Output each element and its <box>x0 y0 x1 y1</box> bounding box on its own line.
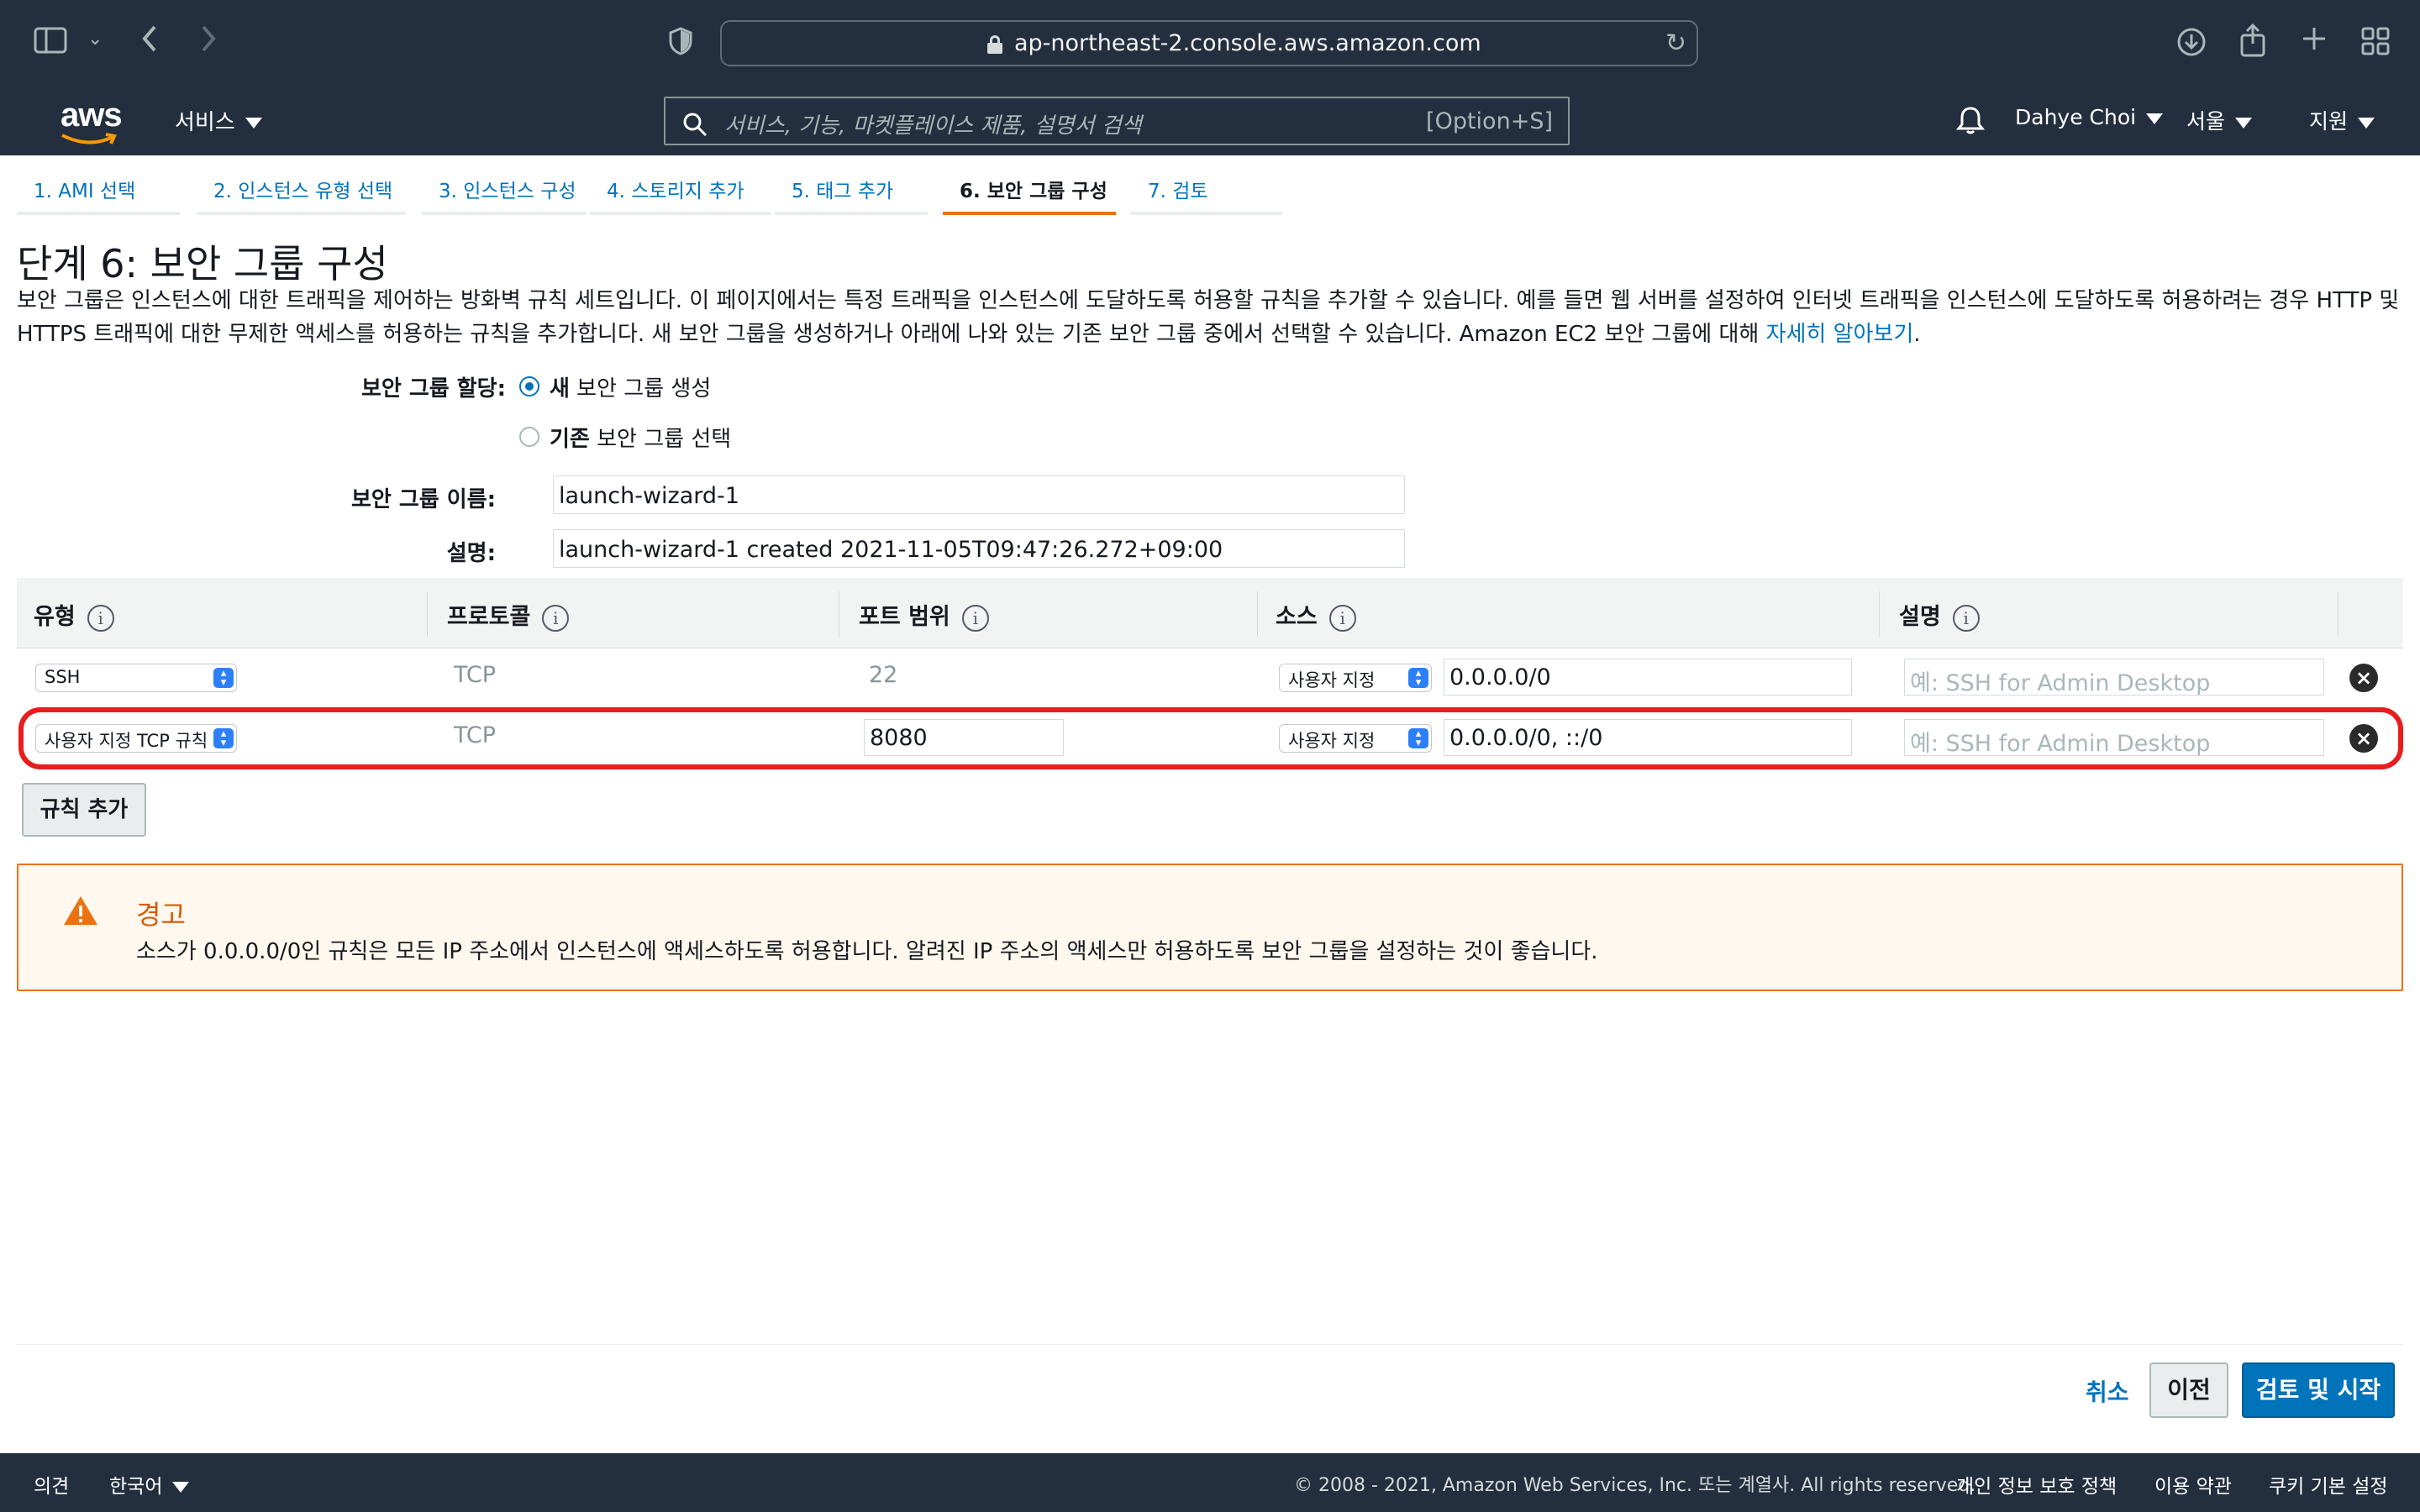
col-type: 유형 i <box>34 578 114 648</box>
step-security-group[interactable]: 6. 보안 그룹 구성 <box>943 168 1116 215</box>
warning-alert: 경고 소스가 0.0.0.0/0인 규칙은 모든 IP 주소에서 인스턴스에 액… <box>17 864 2403 991</box>
step-review[interactable]: 7. 검토 <box>1131 168 1282 215</box>
info-icon[interactable]: i <box>961 604 989 632</box>
aws-top-nav: aws 서비스 서비스, 기능, 마켓플레이스 제품, 설명서 검색 [Opti… <box>0 85 2420 155</box>
step-configure-instance[interactable]: 3. 인스턴스 구성 <box>422 168 587 215</box>
col-protocol: 프로토콜 i <box>447 578 570 648</box>
step-add-storage[interactable]: 4. 스토리지 추가 <box>590 168 771 215</box>
url-text: ap-northeast-2.console.aws.amazon.com <box>1014 30 1481 56</box>
language-selector[interactable]: 한국어 <box>109 1470 190 1499</box>
forward-icon[interactable] <box>198 24 218 59</box>
caret-down-icon <box>2146 113 2164 124</box>
account-menu[interactable]: Dahye Choi <box>2015 105 2164 129</box>
footer: 의견 한국어 © 2008 - 2021, Amazon Web Service… <box>0 1453 2420 1512</box>
intro-text: 보안 그룹은 인스턴스에 대한 트래픽을 제어하는 방화벽 규칙 세트입니다. … <box>17 288 2400 347</box>
shield-icon[interactable] <box>669 27 692 60</box>
address-bar[interactable]: ap-northeast-2.console.aws.amazon.com ↻ <box>720 20 1698 66</box>
cookie-preferences-link[interactable]: 쿠키 기본 설정 <box>2269 1470 2388 1499</box>
select-arrows-icon: ▴ ▾ <box>213 668 234 688</box>
type-select[interactable]: SSH ▴ ▾ <box>35 664 237 692</box>
learn-more-link[interactable]: 자세히 알아보기 <box>1766 322 1914 347</box>
assign-sg-label: 보안 그룹 할당: <box>360 376 506 402</box>
select-arrows-icon: ▴ ▾ <box>1408 668 1428 688</box>
warning-icon <box>64 896 97 925</box>
search-shortcut: [Option+S] <box>1426 108 1553 134</box>
rules-table-header: 유형 i 프로토콜 i 포트 범위 i 소스 i 설명 i <box>17 578 2403 648</box>
col-port-range: 포트 범위 i <box>859 578 989 648</box>
radio-new-sg[interactable] <box>519 376 539 396</box>
info-icon[interactable]: i <box>542 604 570 632</box>
search-placeholder: 서비스, 기능, 마켓플레이스 제품, 설명서 검색 <box>724 113 1142 139</box>
caret-down-icon <box>245 118 262 129</box>
step-instance-type[interactable]: 2. 인스턴스 유형 선택 <box>197 168 405 215</box>
download-icon[interactable] <box>2176 27 2207 62</box>
protocol-value: TCP <box>454 662 497 688</box>
back-icon[interactable] <box>139 24 160 59</box>
info-icon[interactable]: i <box>1952 604 1980 632</box>
reload-icon[interactable]: ↻ <box>1665 29 1686 58</box>
step-ami[interactable]: 1. AMI 선택 <box>17 168 180 215</box>
source-cidr-input[interactable]: 0.0.0.0/0 <box>1444 659 1852 696</box>
copyright-text: © 2008 - 2021, Amazon Web Services, Inc.… <box>1294 1475 1976 1496</box>
cancel-link[interactable]: 취소 <box>2086 1374 2129 1408</box>
search-icon <box>683 113 708 137</box>
review-and-launch-button[interactable]: 검토 및 시작 <box>2242 1362 2395 1418</box>
feedback-link[interactable]: 의견 <box>34 1470 69 1499</box>
region-menu[interactable]: 서울 <box>2186 105 2253 135</box>
info-icon[interactable]: i <box>1328 604 1356 632</box>
previous-button[interactable]: 이전 <box>2149 1362 2228 1418</box>
radio-existing-sg-label[interactable]: 기존 보안 그룹 선택 <box>550 422 731 453</box>
tab-overview-icon[interactable] <box>2361 27 2390 60</box>
radio-new-sg-label[interactable]: 새 보안 그룹 생성 <box>550 371 711 402</box>
caret-down-icon <box>2235 117 2253 129</box>
sg-description-label: 설명: <box>446 541 496 566</box>
new-tab-icon[interactable] <box>2301 25 2328 57</box>
warning-message: 소스가 0.0.0.0/0인 규칙은 모든 IP 주소에서 인스턴스에 액세스하… <box>136 939 1598 964</box>
aws-logo[interactable]: aws <box>60 97 123 144</box>
source-mode-select[interactable]: 사용자 지정 ▴ ▾ <box>1279 664 1432 692</box>
sg-name-input[interactable]: launch-wizard-1 <box>553 475 1405 514</box>
radio-existing-sg[interactable] <box>519 427 539 447</box>
privacy-link[interactable]: 개인 정보 보호 정책 <box>1956 1470 2117 1499</box>
support-menu[interactable]: 지원 <box>2309 105 2375 135</box>
caret-down-icon <box>172 1482 190 1493</box>
share-icon[interactable] <box>2239 23 2266 62</box>
table-row: SSH ▴ ▾ TCP 22 사용자 지정 ▴ ▾ 0.0.0.0/0 예: SSH f… <box>17 648 2403 709</box>
sidebar-toggle-icon[interactable] <box>34 27 67 59</box>
port-value: 22 <box>869 662 898 688</box>
aws-smile-icon <box>61 133 117 144</box>
step-add-tags[interactable]: 5. 태그 추가 <box>775 168 928 215</box>
add-rule-button[interactable]: 규칙 추가 <box>22 783 146 837</box>
sg-description-input[interactable]: launch-wizard-1 created 2021-11-05T09:47… <box>553 529 1405 568</box>
terms-link[interactable]: 이용 약관 <box>2154 1470 2232 1499</box>
page-title: 단계 6: 보안 그룹 구성 <box>17 241 388 286</box>
lock-icon <box>987 35 1002 54</box>
highlight-annotation <box>18 707 2403 769</box>
col-source: 소스 i <box>1276 578 1356 648</box>
bell-icon[interactable] <box>1955 105 1986 140</box>
warning-title: 경고 <box>136 899 186 931</box>
sg-name-label: 보안 그룹 이름: <box>350 487 496 512</box>
divider <box>17 1344 2403 1345</box>
search-input[interactable]: 서비스, 기능, 마켓플레이스 제품, 설명서 검색 [Option+S] <box>664 97 1570 145</box>
col-description: 설명 i <box>1899 578 1980 648</box>
chevron-down-icon[interactable]: ⌄ <box>87 30 103 49</box>
description-input[interactable]: 예: SSH for Admin Desktop <box>1904 659 2324 696</box>
services-menu[interactable]: 서비스 <box>175 105 262 136</box>
remove-rule-icon[interactable]: × <box>2349 664 2378 692</box>
info-icon[interactable]: i <box>87 604 114 632</box>
browser-toolbar: ⌄ ap-northeast-2.console.aws.amazon.com … <box>0 0 2420 85</box>
caret-down-icon <box>2358 117 2375 129</box>
